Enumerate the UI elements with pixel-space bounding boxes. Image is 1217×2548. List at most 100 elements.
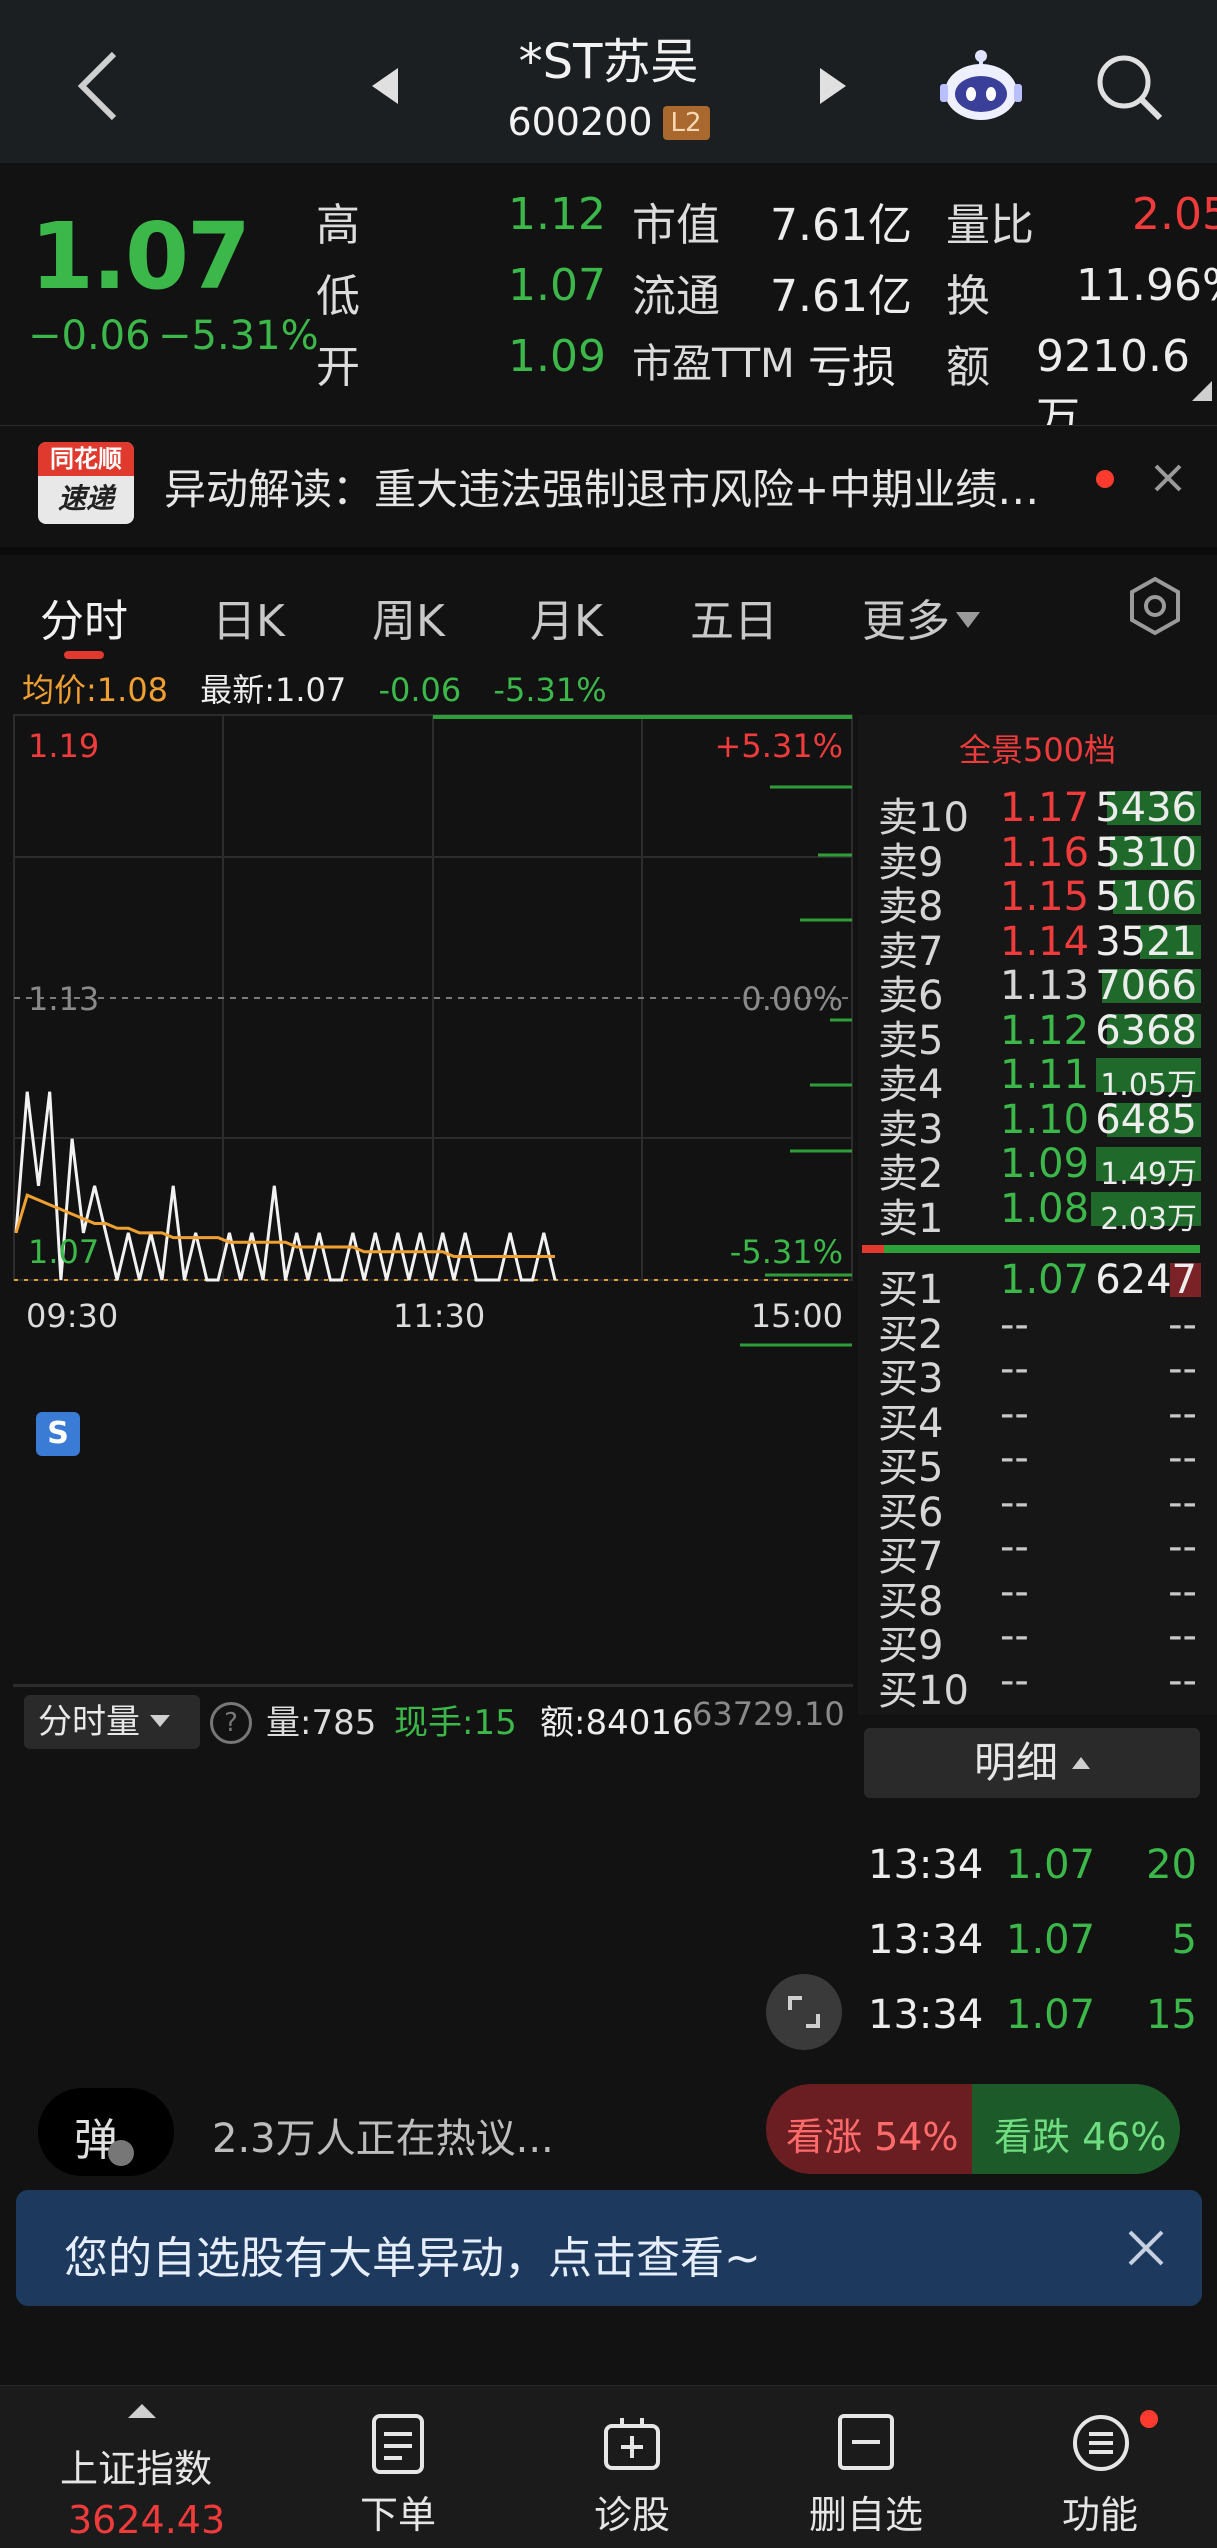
- level-volume: 5310: [1095, 829, 1197, 876]
- mktcap-label: 市值: [632, 200, 720, 251]
- banner-close-icon[interactable]: [1124, 2226, 1168, 2274]
- high-value: 1.12: [508, 189, 606, 240]
- news-logo-top-text: 同花顺: [38, 442, 134, 476]
- low-label: 低: [316, 271, 360, 322]
- tab-remove-watchlist-label: 删自选: [808, 2493, 923, 2537]
- tab-more[interactable]: 更多: [862, 585, 980, 649]
- volume-amount: 额:84016: [540, 1703, 694, 1743]
- fullscreen-icon[interactable]: [766, 1974, 842, 2050]
- tab-monthly-k[interactable]: 月K: [530, 585, 603, 649]
- level-price: 1.17: [1000, 785, 1090, 831]
- volume-selector[interactable]: 分时量: [24, 1695, 200, 1749]
- danmu-toggle[interactable]: 弹: [38, 2088, 174, 2176]
- sell-level-4[interactable]: 卖4 1.11 1.05万: [858, 1052, 1217, 1108]
- level-volume: --: [1168, 1301, 1197, 1348]
- detail-time: 13:34: [868, 1842, 984, 1888]
- buy-level-8[interactable]: 买8 -- --: [858, 1568, 1217, 1625]
- tab-diagnose-label: 诊股: [593, 2493, 670, 2537]
- close-news-icon[interactable]: [1150, 460, 1186, 500]
- news-bar[interactable]: 同花顺 速递 异动解读：重大违法强制退市风险+中期业绩…: [0, 425, 1217, 536]
- buy-level-9[interactable]: 买9 -- --: [858, 1613, 1217, 1669]
- robot-assistant-icon[interactable]: [940, 44, 1022, 126]
- tab-weekly-k[interactable]: 周K: [372, 585, 445, 649]
- detail-header[interactable]: 明细: [864, 1728, 1200, 1798]
- sell-level-3[interactable]: 卖3 1.10 6485: [858, 1097, 1217, 1153]
- index-ticker[interactable]: 上证指数 3624.43: [40, 2404, 240, 2544]
- expand-corner-icon[interactable]: [1192, 381, 1212, 401]
- buy-level-1[interactable]: 买1 1.07 6247: [858, 1257, 1217, 1313]
- intraday-chart[interactable]: 1.19 1.13 1.07 +5.31% 0.00% -5.31% 09:30…: [0, 655, 858, 1715]
- discussion-count[interactable]: 2.3万人正在热议...: [212, 2106, 554, 2164]
- sell-level-6[interactable]: 卖6 1.13 7066: [858, 963, 1217, 1019]
- level-price: 1.14: [1000, 918, 1090, 965]
- open-label: 开: [316, 342, 360, 393]
- buy-level-5[interactable]: 买5 -- --: [858, 1435, 1217, 1491]
- sell-level-1[interactable]: 卖1 1.08 2.03万: [858, 1185, 1217, 1242]
- detail-price: 1.07: [1006, 1992, 1096, 2038]
- buy-level-2[interactable]: 买2 -- --: [858, 1301, 1217, 1358]
- level-volume: --: [1168, 1613, 1197, 1659]
- bearish-label: 看跌 46%: [994, 2115, 1167, 2159]
- sell-level-5[interactable]: 卖5 1.12 6368: [858, 1007, 1217, 1064]
- stock-code-row: 600200 L2: [0, 100, 1217, 144]
- index-up-arrow-icon: [128, 2404, 156, 2418]
- level-price: --: [1000, 1435, 1029, 1481]
- level-volume: 2.03万: [1100, 1201, 1197, 1237]
- volume-max: 63729.10: [692, 1695, 845, 1733]
- tab-order-label: 下单: [359, 2493, 436, 2537]
- buy-level-3[interactable]: 买3 -- --: [858, 1346, 1217, 1402]
- time-label-close: 15:00: [751, 1297, 843, 1335]
- tab-intraday[interactable]: 分时: [40, 585, 128, 649]
- volratio-value: 2.05: [1132, 189, 1217, 240]
- full-depth-button[interactable]: 全景500档: [858, 725, 1217, 771]
- volume-value: 量:785: [266, 1703, 377, 1743]
- level-label: 买10: [878, 1667, 969, 1714]
- level2-badge[interactable]: L2: [662, 106, 710, 140]
- sell-level-10[interactable]: 卖10 1.17 5436: [858, 785, 1217, 841]
- chart-settings-icon[interactable]: [1124, 575, 1186, 641]
- volratio-label: 量比: [946, 200, 1034, 251]
- block-order-banner[interactable]: 您的自选股有大单异动，点击查看~: [16, 2190, 1202, 2306]
- search-icon[interactable]: [1094, 52, 1164, 122]
- help-icon[interactable]: ?: [210, 1702, 252, 1744]
- buy-level-7[interactable]: 买7 -- --: [858, 1524, 1217, 1580]
- level-volume: --: [1168, 1479, 1197, 1526]
- buy-level-4[interactable]: 买4 -- --: [858, 1391, 1217, 1447]
- time-label-midday: 11:30: [393, 1297, 485, 1335]
- news-headline[interactable]: 异动解读：重大违法强制退市风险+中期业绩…: [164, 456, 1039, 517]
- detail-time: 13:34: [868, 1917, 984, 1963]
- level-volume: 5106: [1095, 874, 1197, 920]
- detail-title: 明细: [973, 1738, 1058, 1787]
- remove-watchlist-icon: [838, 2414, 894, 2470]
- buy-level-10[interactable]: 买10 -- --: [858, 1657, 1217, 1714]
- level-volume: 3521: [1095, 918, 1197, 965]
- level-price: 1.16: [1000, 829, 1090, 876]
- level-volume: 6247: [1095, 1257, 1197, 1303]
- sell-level-7[interactable]: 卖7 1.14 3521: [858, 918, 1217, 975]
- level-price: 1.15: [1000, 874, 1090, 920]
- pe-value: 亏损: [808, 342, 896, 393]
- level-price: --: [1000, 1657, 1029, 1704]
- signal-s-marker[interactable]: S: [36, 1412, 80, 1456]
- tonghuashun-news-logo: 同花顺 速递: [38, 442, 134, 524]
- pct-axis-mid: 0.00%: [741, 980, 843, 1018]
- tab-daily-k[interactable]: 日K: [212, 585, 285, 649]
- next-stock-icon[interactable]: [818, 66, 848, 106]
- sell-level-2[interactable]: 卖2 1.09 1.49万: [858, 1141, 1217, 1197]
- quote-panel[interactable]: 1.07 −0.06 −5.31% 高 1.12 低 1.07 开 1.09 市…: [0, 163, 1217, 444]
- level-price: 1.12: [1000, 1007, 1090, 1054]
- buy-level-6[interactable]: 买6 -- --: [858, 1479, 1217, 1536]
- chart-tabs: 分时 日K 周K 月K 五日 更多: [0, 547, 1217, 665]
- detail-time: 13:34: [868, 1992, 984, 2038]
- y-axis-bottom: 1.07: [28, 1233, 99, 1271]
- sell-level-8[interactable]: 卖8 1.15 5106: [858, 874, 1217, 930]
- sell-level-9[interactable]: 卖9 1.16 5310: [858, 829, 1217, 886]
- spread-divider-red: [862, 1245, 884, 1253]
- level-volume: 5436: [1095, 785, 1197, 831]
- tab-five-day[interactable]: 五日: [690, 585, 778, 649]
- level-price: --: [1000, 1568, 1029, 1615]
- level-label: 卖1: [878, 1195, 944, 1242]
- level-price: 1.08: [1000, 1185, 1090, 1232]
- index-value: 3624.43: [68, 2498, 226, 2542]
- level-volume: --: [1168, 1435, 1197, 1481]
